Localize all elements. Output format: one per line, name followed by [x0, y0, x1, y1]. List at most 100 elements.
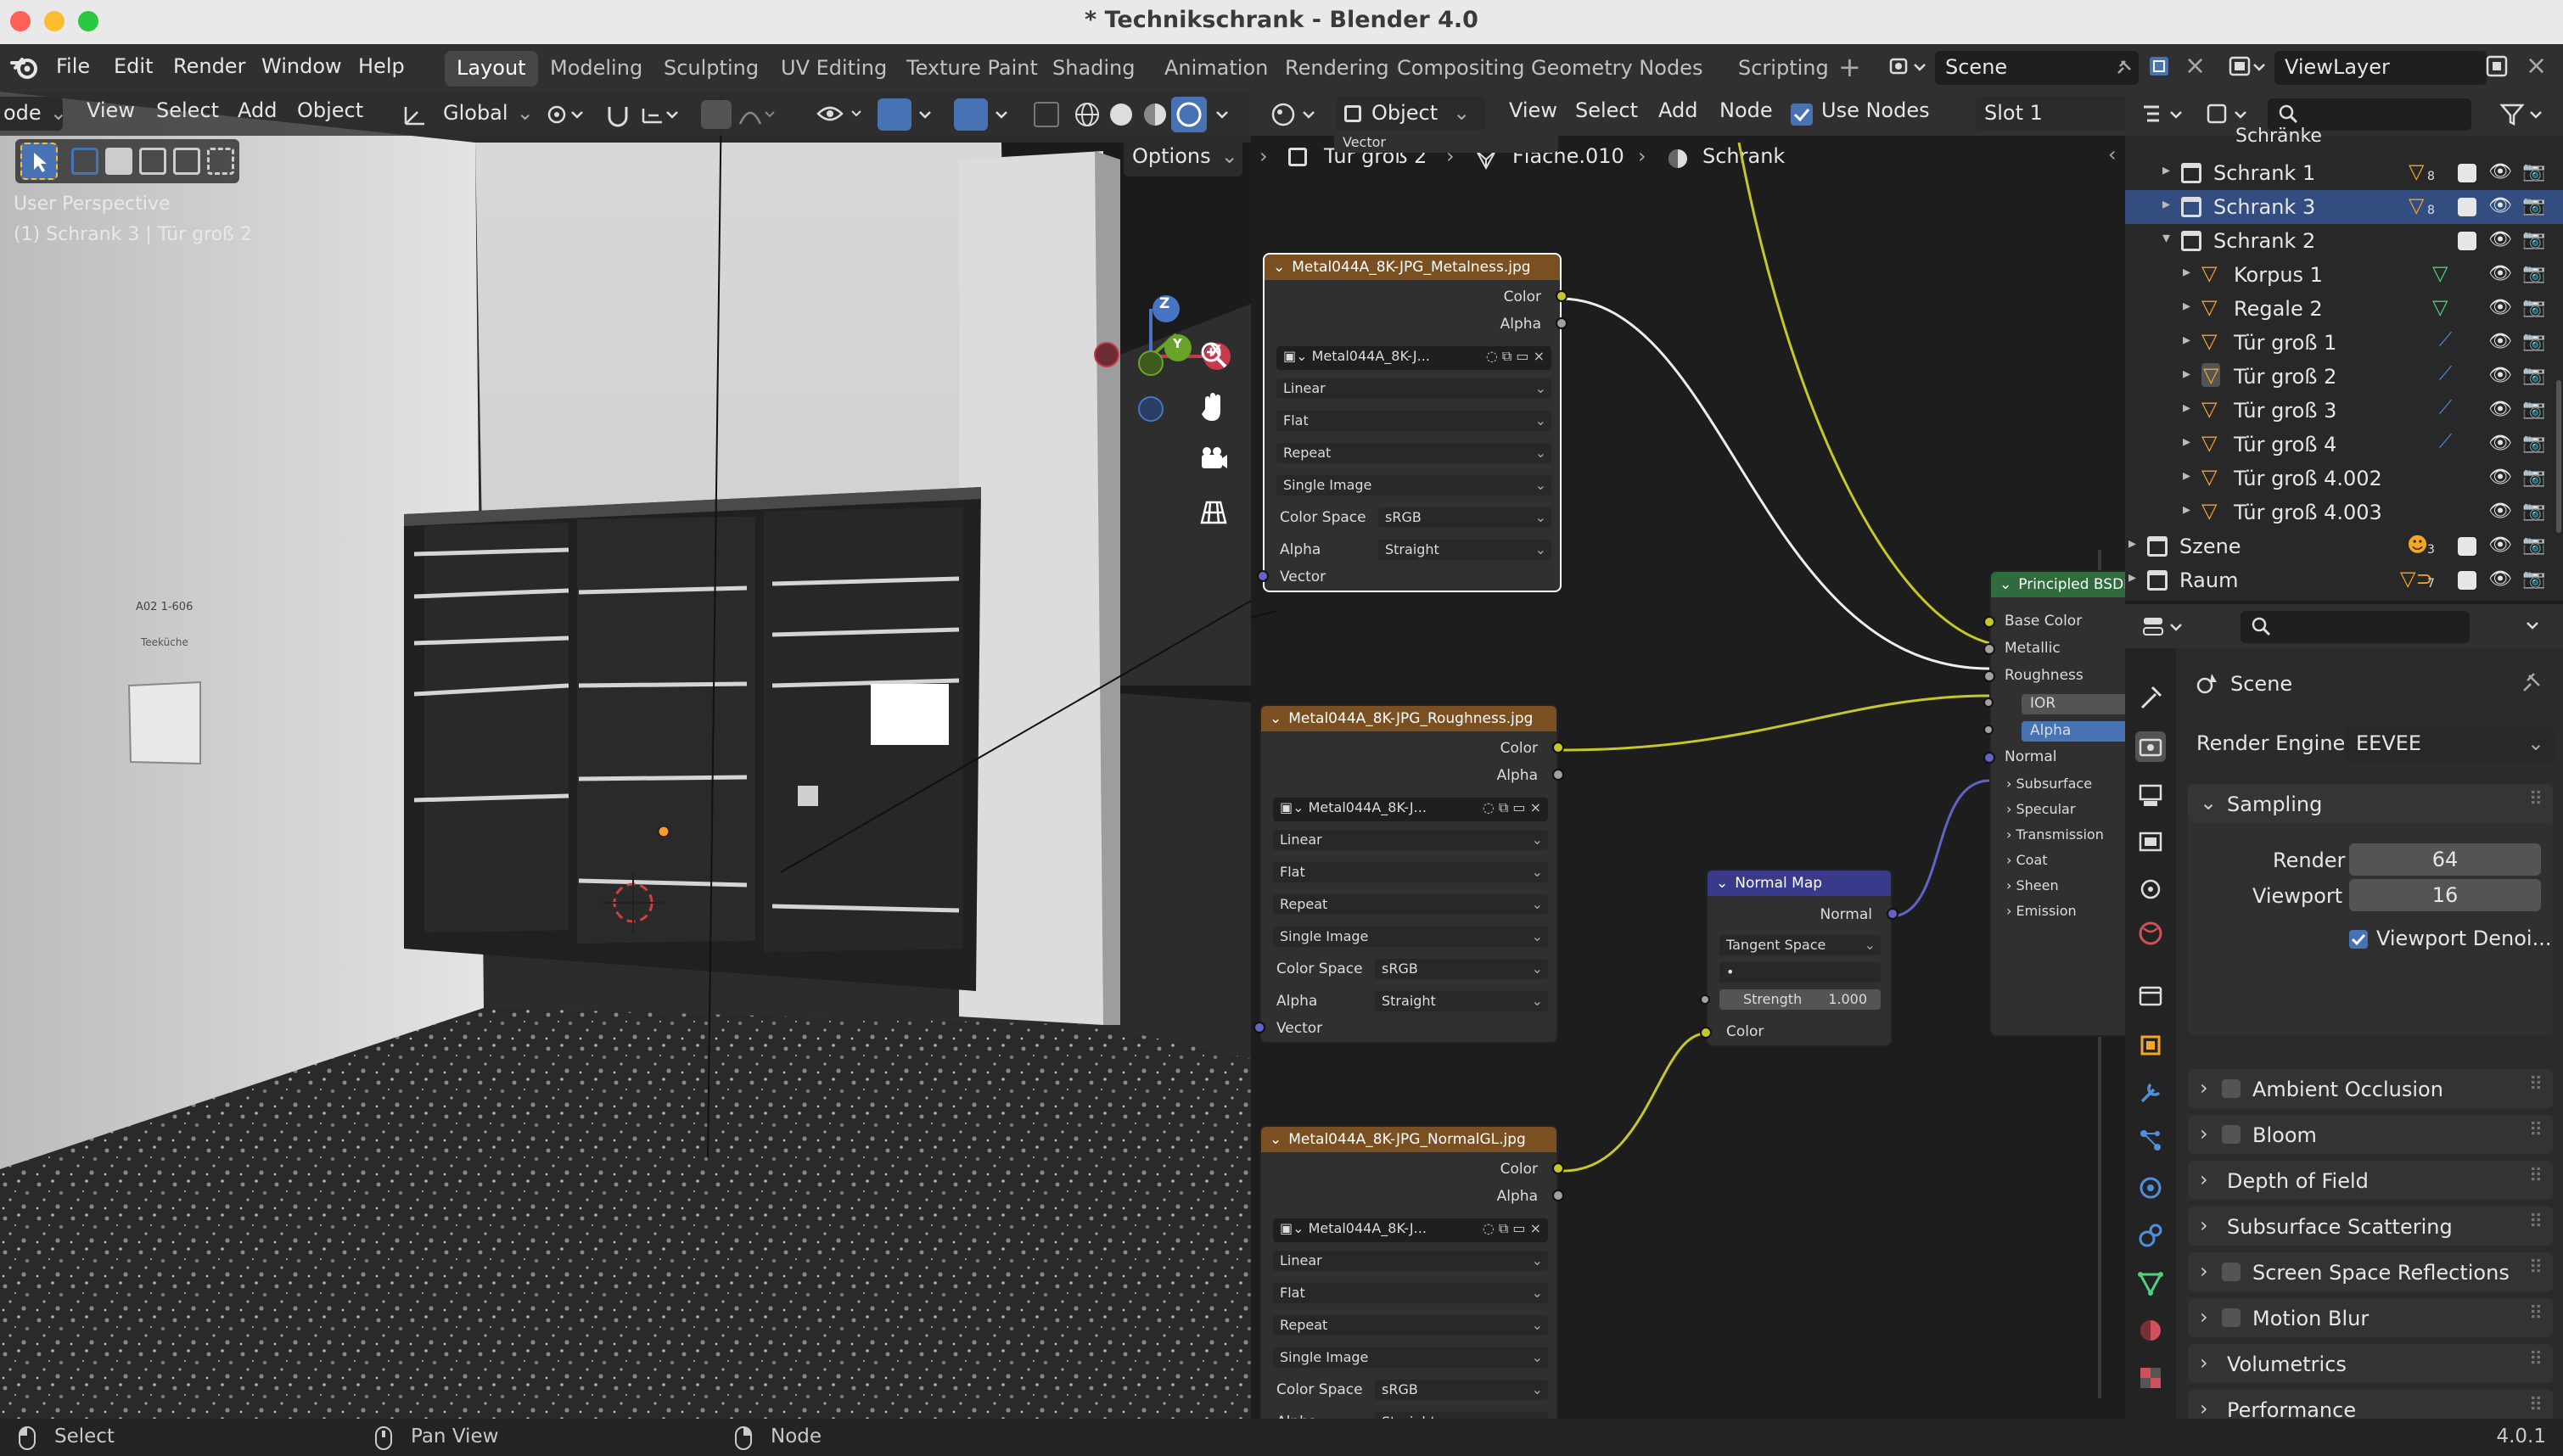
panel-enable-checkbox[interactable] — [2222, 1308, 2241, 1327]
tool-tab-icon[interactable] — [2135, 682, 2166, 713]
viewport-menu-add[interactable]: Add — [238, 98, 277, 122]
drag-handle-icon[interactable]: ⠿ — [2529, 1120, 2543, 1141]
image-texture-node[interactable]: ⌄ Metal044A_8K-JPG_NormalGL.jpg Color Alpha… — [1259, 1125, 1564, 1419]
render-camera-icon[interactable]: 📷 — [2522, 467, 2545, 488]
image-actions-icon[interactable]: ◌ ⧉ ▭ × — [1483, 799, 1541, 816]
rendered-shading-button[interactable] — [1171, 97, 1207, 132]
exclude-checkbox[interactable] — [2458, 232, 2476, 250]
source-dropdown[interactable]: Single Image ⌄ — [1273, 927, 1548, 947]
normal-space-dropdown[interactable]: Tangent Space ⌄ — [1719, 935, 1881, 955]
visibility-eye-icon[interactable]: 👁 — [2488, 365, 2512, 386]
render-camera-icon[interactable]: 📷 — [2522, 365, 2545, 386]
projection-dropdown[interactable]: Flat ⌄ — [1273, 1283, 1548, 1303]
render-camera-icon[interactable]: 📷 — [2522, 433, 2545, 454]
object-tab-icon[interactable] — [2135, 1030, 2166, 1061]
alpha-output-socket[interactable] — [1556, 317, 1568, 329]
xray-toggle-button[interactable] — [1034, 102, 1059, 127]
bsdf-panel-subsurface[interactable]: › Subsurface — [2006, 776, 2092, 792]
bsdf-input-alpha[interactable]: Alpha — [2022, 721, 2125, 742]
image-datablock-field[interactable]: ▣⌄ Metal044A_8K-J... ◌ ⧉ ▭ × — [1273, 1218, 1548, 1242]
new-viewlayer-icon[interactable] — [2485, 54, 2512, 80]
source-dropdown[interactable]: Single Image ⌄ — [1276, 475, 1551, 496]
material-slot-dropdown[interactable]: Slot 1⌄ — [1976, 97, 2125, 131]
bsdf-input-socket[interactable] — [1983, 752, 1995, 764]
visibility-eye-icon[interactable]: 👁 — [2488, 331, 2512, 352]
bsdf-panel-transmission[interactable]: › Transmission — [2006, 826, 2104, 843]
color-output-socket[interactable] — [1556, 290, 1568, 302]
expand-toggle-icon[interactable]: ▸ — [2162, 195, 2170, 213]
drag-handle-icon[interactable]: ⠿ — [2529, 1303, 2543, 1324]
data-tab-icon[interactable] — [2135, 1268, 2166, 1298]
interaction-mode-dropdown[interactable]: ode ⌄ — [0, 97, 67, 131]
node-menu-view[interactable]: View — [1509, 98, 1557, 122]
visibility-eye-icon[interactable]: 👁 — [2488, 535, 2512, 556]
pin-icon[interactable] — [2113, 56, 2135, 78]
drag-handle-icon[interactable]: ⠿ — [2529, 789, 2543, 810]
drag-handle-icon[interactable]: ⠿ — [2529, 1166, 2543, 1187]
bsdf-input-ior[interactable]: IOR — [2022, 694, 2125, 714]
tweak-tool-button[interactable] — [20, 143, 58, 180]
extension-dropdown[interactable]: Repeat ⌄ — [1273, 1315, 1548, 1336]
menu-render[interactable]: Render — [173, 54, 245, 78]
outliner-row[interactable]: ▸ ▽ Regale 2 ▽ 👁 📷 — [2125, 292, 2563, 326]
add-workspace-icon[interactable]: + — [1838, 51, 1861, 83]
delete-scene-icon[interactable]: × — [2184, 51, 2206, 81]
viewlayer-browse-icon[interactable] — [2229, 54, 2271, 80]
image-datablock-field[interactable]: ▣⌄ Metal044A_8K-J... ◌ ⧉ ▭ × — [1273, 798, 1548, 821]
viewport-options-dropdown[interactable]: Options ⌄ — [1124, 139, 1242, 176]
expand-toggle-icon[interactable]: ▸ — [2183, 331, 2190, 349]
visibility-eye-icon[interactable]: 👁 — [2488, 263, 2512, 284]
partial-node[interactable]: Vector — [1334, 134, 1558, 153]
panel-subsurface-scattering[interactable]: › Subsurface Scattering ⠿ — [2188, 1207, 2553, 1246]
panel-depth-of-field[interactable]: › Depth of Field ⠿ — [2188, 1161, 2553, 1200]
snap-icon[interactable] — [604, 102, 633, 127]
blender-logo-icon[interactable] — [10, 54, 39, 81]
tab-compositing[interactable]: Compositing — [1385, 51, 1536, 87]
visibility-eye-icon[interactable]: 👁 — [2488, 399, 2512, 420]
render-camera-icon[interactable]: 📷 — [2522, 161, 2545, 182]
snap-target-icon[interactable] — [642, 102, 684, 127]
outliner-row[interactable]: ▸ ▽ Korpus 1 ▽ 👁 📷 — [2125, 258, 2563, 292]
render-camera-icon[interactable]: 📷 — [2522, 195, 2545, 216]
image-browse-icon[interactable]: ▣⌄ — [1280, 1220, 1309, 1236]
visibility-eye-icon[interactable]: 👁 — [2488, 433, 2512, 454]
transform-orientation-icon[interactable] — [402, 102, 429, 127]
expand-toggle-icon[interactable]: ▸ — [2183, 263, 2190, 281]
expand-toggle-icon[interactable]: ▸ — [2183, 501, 2190, 518]
falloff-icon[interactable] — [738, 102, 781, 127]
pan-hand-icon[interactable] — [1197, 390, 1231, 424]
render-camera-icon[interactable]: 📷 — [2522, 297, 2545, 318]
particles-tab-icon[interactable] — [2135, 1125, 2166, 1156]
outliner-row[interactable]: ▸ ▽ Tür groß 2 ⟋ 👁 📷 — [2125, 360, 2563, 394]
color-space-dropdown[interactable]: sRGB ⌄ — [1375, 959, 1548, 979]
extension-dropdown[interactable]: Repeat ⌄ — [1276, 443, 1551, 463]
image-datablock-field[interactable]: ▣⌄ Metal044A_8K-J... ◌ ⧉ ▭ × — [1276, 346, 1551, 370]
expand-toggle-icon[interactable]: ▸ — [2128, 535, 2136, 552]
use-nodes-checkbox[interactable] — [1791, 104, 1813, 126]
visibility-eye-icon[interactable] — [816, 100, 867, 129]
vector-input-socket[interactable] — [1253, 1022, 1265, 1033]
exclude-checkbox[interactable] — [2458, 164, 2476, 182]
alpha-mode-dropdown[interactable]: Straight ⌄ — [1378, 540, 1551, 560]
image-node-header[interactable]: ⌄ Metal044A_8K-JPG_Metalness.jpg — [1265, 255, 1560, 280]
viewport-denoise-checkbox[interactable] — [2349, 930, 2368, 949]
menu-window[interactable]: Window — [261, 54, 342, 78]
extension-dropdown[interactable]: Repeat ⌄ — [1273, 894, 1548, 915]
drag-handle-icon[interactable]: ⠿ — [2529, 1074, 2543, 1095]
shading-dropdown-icon[interactable] — [1212, 102, 1237, 127]
image-texture-node[interactable]: ⌄ Metal044A_8K-JPG_Roughness.jpg Color Alph… — [1253, 704, 1564, 1044]
render-camera-icon[interactable]: 📷 — [2522, 229, 2545, 250]
select-subtract-button[interactable] — [139, 148, 166, 175]
image-actions-icon[interactable]: ◌ ⧉ ▭ × — [1483, 1220, 1541, 1237]
tab-geometry-nodes[interactable]: Geometry Nodes — [1519, 51, 1714, 87]
viewlayer-name-field[interactable]: ViewLayer — [2274, 51, 2487, 85]
world-tab-icon[interactable] — [2135, 918, 2166, 949]
normal-map-color-input-socket[interactable] — [1700, 1027, 1712, 1039]
node-menu-select[interactable]: Select — [1575, 98, 1638, 122]
overlay-dropdown-icon[interactable] — [993, 102, 1013, 127]
outliner-row[interactable]: ▸ ▽ Tür groß 4.002 👁 📷 — [2125, 462, 2563, 496]
visibility-eye-icon[interactable]: 👁 — [2488, 568, 2512, 590]
tab-scripting[interactable]: Scripting — [1726, 51, 1841, 87]
panel-ambient-occlusion[interactable]: › Ambient Occlusion ⠿ — [2188, 1069, 2553, 1108]
drag-handle-icon[interactable]: ⠿ — [2529, 1257, 2543, 1279]
